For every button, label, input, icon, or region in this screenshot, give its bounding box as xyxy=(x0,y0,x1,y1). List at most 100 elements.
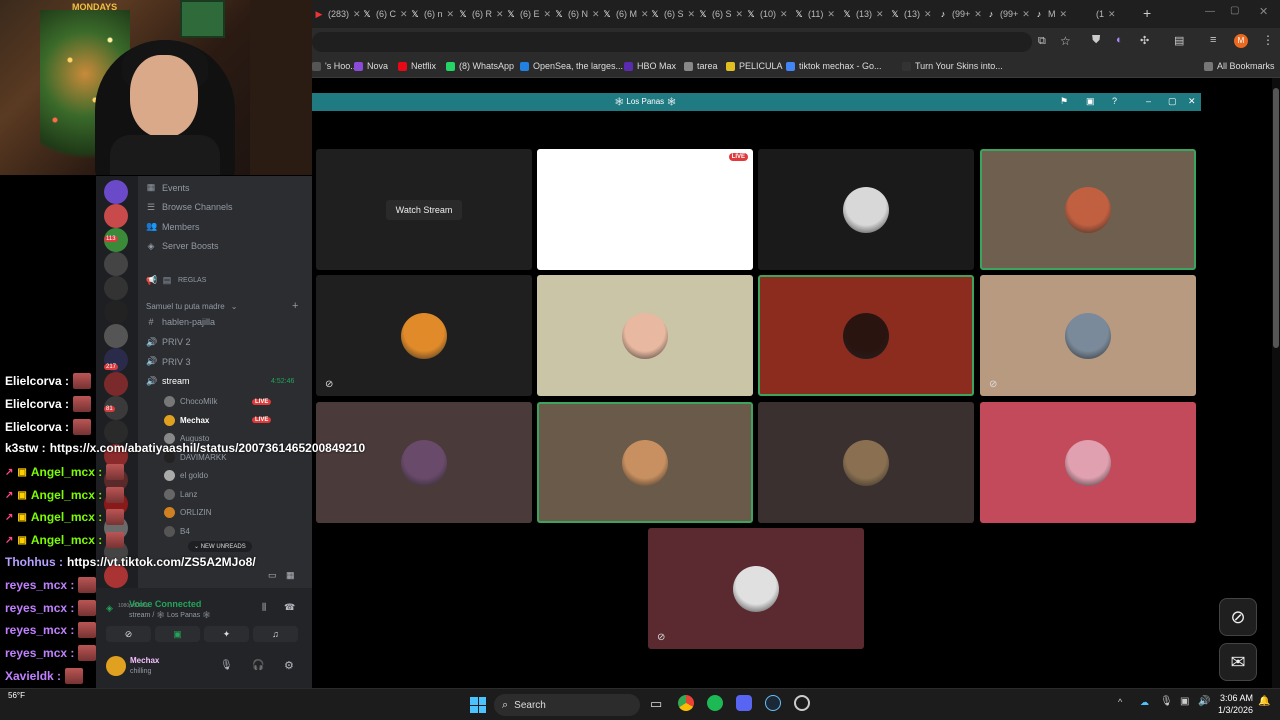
bookmark-link[interactable]: (8) WhatsApp xyxy=(446,61,514,71)
server-menu-item[interactable]: ◈ Server Boosts xyxy=(146,241,219,252)
all-bookmarks-link[interactable]: All Bookmarks xyxy=(1204,61,1275,71)
tab-close-icon[interactable]: ✕ xyxy=(544,9,552,20)
server-menu-item[interactable]: ☰ Browse Channels xyxy=(146,202,233,213)
participant-tile[interactable]: LIVE xyxy=(537,149,753,270)
start-button[interactable] xyxy=(470,697,486,713)
spotify-icon[interactable] xyxy=(707,695,723,711)
scrollbar-thumb[interactable] xyxy=(1273,88,1279,348)
call-minimize-icon[interactable]: – xyxy=(1146,96,1151,106)
browser-tab[interactable]: 𝕏 (6) M ✕ xyxy=(602,6,649,22)
tab-close-icon[interactable]: ✕ xyxy=(688,9,696,20)
tab-close-icon[interactable]: ✕ xyxy=(353,9,361,20)
server-menu-item[interactable]: ▦ Events xyxy=(146,182,190,193)
server-icon[interactable] xyxy=(104,204,128,228)
browser-tab[interactable]: 𝕏 (6) C ✕ xyxy=(362,6,408,22)
participant-tile[interactable]: Watch Stream xyxy=(316,149,532,270)
chrome-icon[interactable] xyxy=(678,695,694,711)
channel-category[interactable]: Samuel tu puta madre ⌄ xyxy=(146,302,237,311)
new-unreads-pill[interactable]: ⌄ NEW UNREADS xyxy=(188,541,252,552)
extension-icon[interactable]: ◐ xyxy=(1116,34,1123,46)
onedrive-icon[interactable]: ☁ xyxy=(1140,697,1149,708)
task-view-icon[interactable]: ▭ xyxy=(650,696,662,712)
steam-icon[interactable] xyxy=(765,695,781,711)
puzzle-icon[interactable]: ✣ xyxy=(1140,34,1149,47)
shield-extension-icon[interactable]: ⛊ xyxy=(1092,34,1100,47)
address-input[interactable] xyxy=(312,32,1032,52)
participant-tile[interactable] xyxy=(316,402,532,523)
weather-label[interactable]: 56°F xyxy=(8,691,25,700)
participant-tile[interactable] xyxy=(537,402,753,523)
obs-icon[interactable] xyxy=(794,695,810,711)
mail-icon[interactable]: ✉ xyxy=(1219,643,1257,681)
tab-close-icon[interactable]: ✕ xyxy=(736,9,744,20)
headset-icon[interactable]: 🎧 xyxy=(252,660,264,671)
tab-close-icon[interactable]: ✕ xyxy=(592,9,600,20)
voice-channel-label[interactable]: stream / 🕸 Los Panas 🕸 xyxy=(129,611,211,619)
disconnect-icon[interactable]: ☎ xyxy=(284,602,295,613)
media-icon[interactable]: ≡ xyxy=(1210,34,1216,46)
volume-icon[interactable]: 🔊 xyxy=(1198,696,1210,707)
browser-tab[interactable]: 𝕏 (10) ✕ xyxy=(746,6,787,22)
server-icon[interactable] xyxy=(104,372,128,396)
voice-user[interactable]: el goldo xyxy=(164,470,208,481)
bookmark-star-icon[interactable]: ☆ xyxy=(1060,34,1071,48)
voice-connected-label[interactable]: Voice Connected xyxy=(129,599,201,609)
activities-button[interactable]: ✦ xyxy=(204,626,249,642)
rules-channel[interactable]: 📢 ▤ REGLAS xyxy=(146,275,206,286)
profile-avatar[interactable]: M xyxy=(1234,34,1248,48)
tab-close-icon[interactable]: ✕ xyxy=(400,9,408,20)
page-scrollbar[interactable] xyxy=(1272,78,1280,688)
participant-tile[interactable] xyxy=(980,149,1196,270)
inbox-icon[interactable]: ▣ xyxy=(1086,96,1095,107)
no-sync-icon[interactable]: ⊘ xyxy=(1219,598,1257,636)
server-icon[interactable] xyxy=(104,300,128,324)
clock-date[interactable]: 1/3/2026 xyxy=(1218,705,1253,715)
voice-user[interactable]: Mechax LIVE xyxy=(164,414,272,426)
activity-icon[interactable]: ▦ xyxy=(286,570,295,581)
voice-user[interactable]: B4 xyxy=(164,525,190,537)
close-window-icon[interactable]: ✕ xyxy=(1259,5,1268,18)
participant-tile[interactable] xyxy=(758,402,974,523)
browser-tab[interactable]: 𝕏 (6) E ✕ xyxy=(506,6,551,22)
bookmark-link[interactable]: Nova xyxy=(354,61,388,71)
taskbar-search[interactable]: ⌕ Search xyxy=(494,694,640,716)
cast-icon[interactable]: ⧉ xyxy=(1038,35,1046,48)
tab-close-icon[interactable]: ✕ xyxy=(641,9,649,20)
tab-close-icon[interactable]: ✕ xyxy=(876,9,884,20)
browser-tab[interactable]: 𝕏 (13) ✕ xyxy=(842,6,884,22)
new-tab-button[interactable]: + xyxy=(1143,5,1151,21)
bookmark-link[interactable]: Turn Your Skins into... xyxy=(902,61,1003,71)
discord-icon[interactable] xyxy=(736,695,752,711)
tab-close-icon[interactable]: ✕ xyxy=(974,9,982,20)
browser-tab[interactable]: 𝕏 (6) R ✕ xyxy=(458,6,503,22)
browser-tab[interactable]: 𝕏 (6) S ✕ xyxy=(698,6,743,22)
bookmark-link[interactable]: tarea xyxy=(684,61,718,71)
channel-item[interactable]: # hablen-pajilla xyxy=(146,317,215,327)
bookmark-link[interactable]: tiktok mechax - Go... xyxy=(786,61,882,71)
threads-icon[interactable]: ⚑ xyxy=(1060,96,1068,107)
browser-tab[interactable]: ♪ (99+ ✕ xyxy=(938,6,982,22)
server-icon[interactable] xyxy=(104,180,128,204)
microphone-icon[interactable]: 🎙 xyxy=(220,660,233,671)
watch-stream-button[interactable]: Watch Stream xyxy=(385,199,463,220)
sidebar-icon[interactable]: ▤ xyxy=(1174,34,1184,47)
browser-tab[interactable]: ♪ M ✕ xyxy=(1034,6,1067,22)
bookmark-link[interactable]: Netflix xyxy=(398,61,436,71)
camera-off-button[interactable]: ⊘ xyxy=(106,626,151,642)
channel-item[interactable]: 🔊 PRIV 3 xyxy=(146,356,191,367)
screen-share-icon[interactable]: ▭ xyxy=(268,570,277,581)
clock-time[interactable]: 3:06 AM xyxy=(1220,693,1253,703)
minimize-icon[interactable]: — xyxy=(1205,6,1215,17)
tab-close-icon[interactable]: ✕ xyxy=(924,9,932,20)
user-avatar[interactable] xyxy=(106,656,126,676)
browser-tab[interactable]: 𝕏 (11) ✕ xyxy=(794,6,835,22)
participant-tile[interactable]: ⊘ xyxy=(648,528,864,649)
browser-tab[interactable]: 𝕏 (6) n ✕ xyxy=(410,6,454,22)
share-screen-button[interactable]: ▣ xyxy=(155,626,200,642)
participant-tile[interactable] xyxy=(758,149,974,270)
channel-item[interactable]: 🔊 PRIV 2 xyxy=(146,337,191,348)
menu-dots-icon[interactable]: ⋮ xyxy=(1262,33,1274,47)
bookmark-link[interactable]: OpenSea, the larges... xyxy=(520,61,623,71)
tab-close-icon[interactable]: ✕ xyxy=(1060,9,1068,20)
browser-tab[interactable]: ♪ (99+ ✕ xyxy=(986,6,1030,22)
